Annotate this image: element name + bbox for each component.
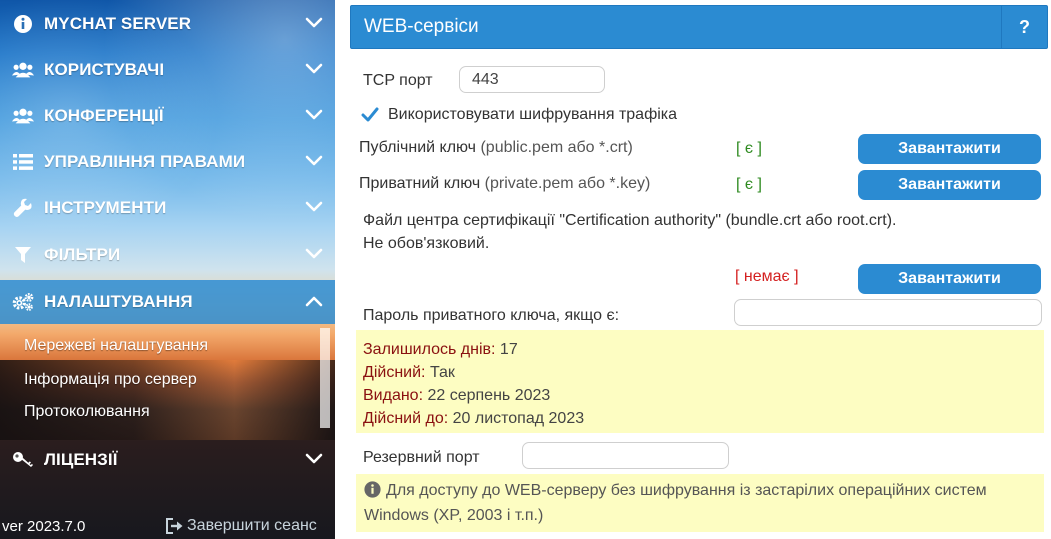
gears-icon — [12, 292, 34, 312]
private-key-status: [ є ] — [736, 176, 762, 193]
private-key-label: Приватний ключ — [359, 175, 481, 192]
key-password-input[interactable] — [734, 299, 1042, 326]
key-icon — [12, 450, 34, 470]
valid-until-label: Дійсний до — [363, 410, 444, 427]
main-panel: WEB-сервіси ? TCP порт Використовувати ш… — [350, 0, 1051, 539]
days-left-label: Залишилось днів — [363, 341, 492, 358]
upload-public-key-button[interactable]: Завантажити — [858, 134, 1041, 164]
menu-item-label: КОНФЕРЕНЦІЇ — [44, 106, 164, 125]
issued-value: 22 серпень 2023 — [427, 387, 551, 404]
menu-item-tools[interactable]: ІНСТРУМЕНТИ — [0, 186, 335, 230]
ca-file-status: [ немає ] — [735, 268, 799, 285]
days-left-value: 17 — [499, 341, 518, 358]
public-key-label: Публічний ключ — [359, 139, 477, 156]
chevron-down-icon — [305, 108, 323, 126]
reserve-port-input[interactable] — [522, 442, 729, 469]
chevron-down-icon — [305, 247, 323, 265]
valid-until-row: Дійсний до: 20 листопад 2023 — [363, 410, 585, 427]
certificate-info-box: Залишилось днів: 17 Дійсний: Так Видано:… — [356, 330, 1044, 433]
settings-submenu: Мережеві налаштування Інформація про сер… — [0, 325, 335, 435]
info-icon — [12, 14, 34, 34]
page-title: WEB-сервіси — [364, 16, 479, 37]
valid-label: Дійсний — [363, 364, 422, 381]
days-left-row: Залишилось днів: 17 — [363, 341, 518, 358]
tcp-port-label: TCP порт — [363, 72, 433, 89]
chevron-down-icon — [305, 452, 323, 470]
logout-icon — [166, 518, 183, 534]
users-icon — [12, 107, 34, 125]
private-key-hint: (private.pem або *.key) — [484, 175, 651, 192]
menu-item-licenses[interactable]: ЛІЦЕНЗІЇ — [0, 438, 335, 482]
info-circle-icon — [364, 481, 381, 505]
logout-button[interactable]: Завершити сеанс — [166, 517, 317, 535]
encryption-label: Використовувати шифрування трафіка — [388, 106, 678, 123]
web-services-form: TCP порт Використовувати шифрування траф… — [350, 57, 1048, 539]
menu-item-label: НАЛАШТУВАННЯ — [44, 292, 193, 311]
submenu-item-server-info[interactable]: Інформація про сервер — [24, 371, 197, 389]
upload-private-key-button[interactable]: Завантажити — [858, 170, 1041, 200]
encryption-checkbox-row[interactable]: Використовувати шифрування трафіка — [361, 106, 677, 124]
submenu-item-network-settings[interactable]: Мережеві налаштування — [24, 337, 208, 355]
menu-item-label: ФІЛЬТРИ — [44, 245, 121, 264]
filter-icon — [12, 246, 34, 264]
reserve-port-note-text: Для доступу до WEB-серверу без шифруванн… — [364, 482, 987, 524]
list-icon — [12, 153, 34, 171]
menu-item-settings[interactable]: НАЛАШТУВАННЯ — [0, 280, 335, 324]
menu-item-label: MYCHAT SERVER — [44, 14, 192, 33]
public-key-status: [ є ] — [736, 140, 762, 157]
upload-ca-file-button[interactable]: Завантажити — [858, 264, 1041, 294]
checkbox-checked-icon[interactable] — [361, 106, 379, 124]
issued-row: Видано: 22 серпень 2023 — [363, 387, 551, 404]
ca-file-note-line1: Файл центра сертифікації "Certification … — [363, 212, 897, 229]
menu-item-conferences[interactable]: КОНФЕРЕНЦІЇ — [0, 94, 335, 138]
issued-label: Видано — [363, 387, 419, 404]
tcp-port-input[interactable] — [459, 66, 605, 93]
menu-item-label: КОРИСТУВАЧІ — [44, 60, 165, 79]
chevron-down-icon — [305, 62, 323, 80]
menu-item-label: ІНСТРУМЕНТИ — [44, 198, 167, 217]
valid-value: Так — [429, 364, 455, 381]
chevron-up-icon — [305, 294, 323, 312]
chevron-down-icon — [305, 16, 323, 34]
sidebar-scrollbar[interactable] — [320, 328, 330, 428]
public-key-hint: (public.pem або *.crt) — [480, 139, 633, 156]
section-header: WEB-сервіси ? — [350, 5, 1048, 49]
ca-file-note-line2: Не обов'язковий. — [363, 235, 490, 252]
menu-item-label: ЛІЦЕНЗІЇ — [44, 450, 118, 469]
valid-row: Дійсний: Так — [363, 364, 455, 381]
valid-until-value: 20 листопад 2023 — [452, 410, 585, 427]
reserve-port-note: Для доступу до WEB-серверу без шифруванн… — [356, 474, 1044, 532]
menu-item-mychat-server[interactable]: MYCHAT SERVER — [0, 2, 335, 46]
menu-item-label: УПРАВЛІННЯ ПРАВАМИ — [44, 152, 246, 171]
wrench-icon — [12, 198, 34, 218]
menu-item-rights-management[interactable]: УПРАВЛІННЯ ПРАВАМИ — [0, 140, 335, 184]
submenu-item-logging[interactable]: Протоколювання — [24, 403, 150, 421]
chevron-down-icon — [305, 200, 323, 218]
chevron-down-icon — [305, 154, 323, 172]
reserve-port-label: Резервний порт — [363, 449, 480, 466]
menu-item-filters[interactable]: ФІЛЬТРИ — [0, 233, 335, 277]
key-password-label: Пароль приватного ключа, якщо є: — [363, 307, 620, 324]
help-button[interactable]: ? — [1001, 6, 1047, 48]
menu-item-users[interactable]: КОРИСТУВАЧІ — [0, 48, 335, 92]
ca-file-note: Файл центра сертифікації "Certification … — [363, 209, 1043, 255]
users-icon — [12, 61, 34, 79]
logout-label: Завершити сеанс — [187, 517, 317, 534]
sidebar: MYCHAT SERVER КОРИСТУВАЧІ КОНФЕРЕНЦІЇ УП… — [0, 0, 335, 539]
public-key-row: Публічний ключ (public.pem або *.crt) — [359, 139, 633, 157]
private-key-row: Приватний ключ (private.pem або *.key) — [359, 175, 650, 193]
version-label: ver 2023.7.0 — [2, 518, 86, 535]
